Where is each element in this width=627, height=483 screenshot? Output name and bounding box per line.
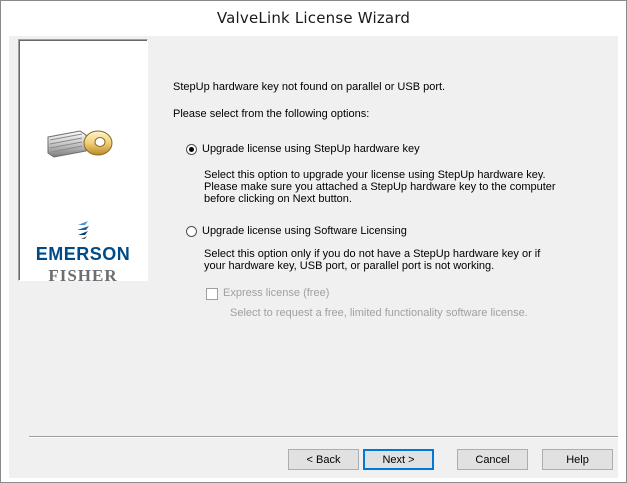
software-licensing-desc-line: Select this option only if you do not ha… xyxy=(204,248,541,260)
next-button[interactable]: Next > xyxy=(363,449,434,470)
hardware-key-desc-line: before clicking on Next button. xyxy=(204,193,352,205)
button-separator xyxy=(29,436,618,438)
emerson-logo-icon xyxy=(75,220,91,243)
options-prompt: Please select from the following options… xyxy=(173,108,370,120)
window-title: ValveLink License Wizard xyxy=(216,9,411,27)
radio-selected-dot xyxy=(189,147,194,152)
software-licensing-option-label[interactable]: Upgrade license using Software Licensing xyxy=(202,225,407,238)
brand-fisher: FISHER xyxy=(48,266,118,285)
help-button[interactable]: Help xyxy=(542,449,613,470)
hardware-key-description: Select this option to upgrade your licen… xyxy=(204,169,556,205)
hardware-key-option-label[interactable]: Upgrade license using StepUp hardware ke… xyxy=(202,143,420,156)
software-licensing-description: Select this option only if you do not ha… xyxy=(204,248,540,272)
license-wizard-window: ValveLink License Wizard EMERSON FISHER … xyxy=(0,0,627,483)
hardware-key-radio[interactable] xyxy=(186,144,197,155)
express-license-checkbox[interactable] xyxy=(206,288,218,300)
logo-panel: EMERSON FISHER xyxy=(18,39,148,285)
hardware-key-desc-line: Please make sure you attached a StepUp h… xyxy=(204,181,556,193)
back-button[interactable]: < Back xyxy=(288,449,359,470)
key-icon xyxy=(42,127,114,166)
status-message: StepUp hardware key not found on paralle… xyxy=(173,81,446,93)
brand-emerson: EMERSON xyxy=(35,244,131,264)
software-licensing-desc-line: your hardware key, USB port, or parallel… xyxy=(204,260,495,272)
hardware-key-desc-line: Select this option to upgrade your licen… xyxy=(204,169,546,181)
cancel-button[interactable]: Cancel xyxy=(457,449,528,470)
title-bar[interactable]: ValveLink License Wizard xyxy=(1,1,626,32)
express-license-description: Select to request a free, limited functi… xyxy=(230,307,528,319)
software-licensing-radio[interactable] xyxy=(186,226,197,237)
express-license-label[interactable]: Express license (free) xyxy=(223,287,329,300)
